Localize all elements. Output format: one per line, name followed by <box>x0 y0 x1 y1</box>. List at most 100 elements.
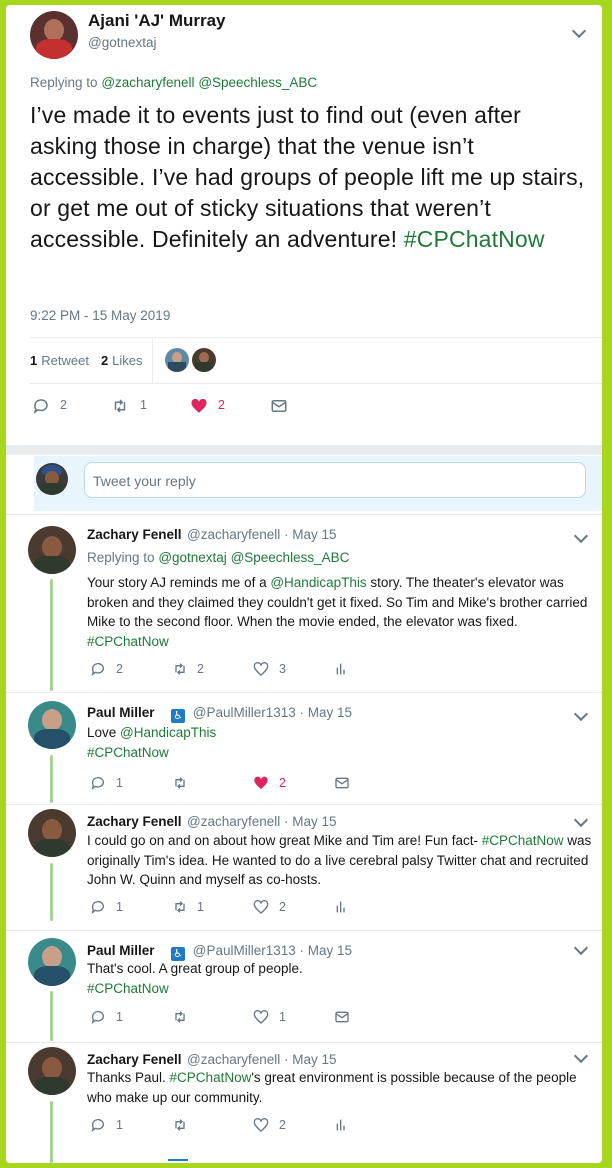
reply-icon[interactable] <box>90 661 106 677</box>
reply-icon[interactable] <box>32 397 50 415</box>
analytics-icon[interactable] <box>334 1117 350 1133</box>
reply-author-handle[interactable]: @PaulMiller1313 <box>193 943 296 958</box>
reply-author-name[interactable]: Zachary Fenell <box>87 1052 182 1067</box>
retweet-action[interactable] <box>171 1009 189 1025</box>
retweet-action[interactable]: 1 <box>171 899 204 915</box>
like-action[interactable]: 1 <box>253 1009 286 1025</box>
reply-date[interactable]: · May 15 <box>284 814 337 829</box>
divider <box>6 514 602 515</box>
chevron-down-icon[interactable] <box>573 706 589 722</box>
reply-author-handle[interactable]: @zacharyfenell <box>187 814 280 829</box>
reply-author-handle[interactable]: @PaulMiller1313 <box>193 705 296 720</box>
heart-icon[interactable] <box>253 661 269 677</box>
reply-avatar[interactable] <box>28 526 76 574</box>
retweet-icon[interactable] <box>171 1009 189 1025</box>
main-author-name[interactable]: Ajani 'AJ' Murray <box>88 11 226 31</box>
reply-date[interactable]: · May 15 <box>284 527 337 542</box>
reply-avatar[interactable] <box>28 701 76 749</box>
reply-author-handle[interactable]: @zacharyfenell <box>187 527 280 542</box>
hashtag-link[interactable]: #CPChatNow <box>404 226 545 252</box>
reply-date[interactable]: · May 15 <box>284 1052 337 1067</box>
reply-action[interactable]: 1 <box>90 1009 123 1025</box>
main-avatar[interactable] <box>30 11 78 59</box>
hashtag-link[interactable]: #CPChatNow <box>170 1070 252 1085</box>
mention-link[interactable]: @Speechless_ABC <box>231 550 350 565</box>
reply-action[interactable]: 2 <box>32 397 67 415</box>
reply-author-handle[interactable]: @zacharyfenell <box>187 1052 280 1067</box>
reply-date[interactable]: · May 15 <box>300 705 353 720</box>
reply-action[interactable]: 1 <box>90 775 123 791</box>
mention-link[interactable]: @zacharyfenell <box>101 75 194 90</box>
main-author-handle[interactable]: @gotnextaj <box>88 35 157 50</box>
liker-avatar[interactable] <box>192 348 216 372</box>
reply-author-name[interactable]: Zachary Fenell <box>87 527 182 542</box>
likes-label[interactable]: Likes <box>112 353 142 368</box>
like-count[interactable]: 2 <box>101 353 108 368</box>
retweet-action[interactable]: 1 <box>110 397 147 415</box>
chevron-down-icon[interactable] <box>573 1048 589 1064</box>
hashtag-link[interactable]: #CPChatNow <box>482 833 564 848</box>
chevron-down-icon[interactable] <box>571 23 587 39</box>
dm-action[interactable] <box>270 397 288 415</box>
chevron-down-icon[interactable] <box>573 528 589 544</box>
retweet-action[interactable]: 2 <box>171 661 204 677</box>
analytics-action[interactable] <box>334 899 350 915</box>
heart-icon[interactable] <box>253 1117 269 1133</box>
retweet-icon[interactable] <box>171 899 189 915</box>
hashtag-link[interactable]: #CPChatNow <box>87 745 169 760</box>
like-action[interactable]: 3 <box>253 661 286 677</box>
retweet-action[interactable] <box>171 775 189 791</box>
reply-author-name[interactable]: Zachary Fenell <box>87 814 182 829</box>
mention-link[interactable]: @HandicapThis <box>270 575 366 590</box>
mention-link[interactable]: @Speechless_ABC <box>198 75 317 90</box>
retweet-label[interactable]: Retweet <box>41 353 89 368</box>
reply-date[interactable]: · May 15 <box>300 943 353 958</box>
dm-icon[interactable] <box>334 775 350 791</box>
reply-icon[interactable] <box>90 899 106 915</box>
hashtag-link[interactable]: #CPChatNow <box>87 981 169 996</box>
hashtag-link[interactable]: #CPChatNow <box>87 634 169 649</box>
dm-icon[interactable] <box>270 397 288 415</box>
reply-author-name[interactable]: Paul Miller <box>87 943 155 958</box>
retweet-action[interactable] <box>171 1117 189 1133</box>
dm-action[interactable] <box>334 1009 350 1025</box>
chevron-down-icon[interactable] <box>573 812 589 828</box>
mention-link[interactable]: @HandicapThis <box>120 725 216 740</box>
chevron-down-icon[interactable] <box>573 940 589 956</box>
reply-action[interactable]: 1 <box>90 899 123 915</box>
heart-icon[interactable] <box>253 1009 269 1025</box>
analytics-action[interactable] <box>334 1117 350 1133</box>
like-action[interactable]: 2 <box>253 1117 286 1133</box>
reply-action[interactable]: 1 <box>90 1117 123 1133</box>
retweet-icon[interactable] <box>171 661 189 677</box>
mention-link[interactable]: @gotnextaj <box>158 550 227 565</box>
heart-icon[interactable] <box>253 899 269 915</box>
reply-icon[interactable] <box>90 1117 106 1133</box>
reply-avatar[interactable] <box>28 1047 76 1095</box>
retweet-icon[interactable] <box>110 397 130 415</box>
heart-icon[interactable] <box>190 397 208 415</box>
dm-action[interactable] <box>334 775 350 791</box>
reply-avatar[interactable] <box>28 809 76 857</box>
like-action[interactable]: 2 <box>253 775 286 791</box>
retweet-count[interactable]: 1 <box>30 353 37 368</box>
reply-icon[interactable] <box>90 1009 106 1025</box>
reply-author-meta: @zacharyfenell · May 15 <box>187 527 337 542</box>
tweet-timestamp[interactable]: 9:22 PM - 15 May 2019 <box>30 308 170 323</box>
like-action[interactable]: 2 <box>253 899 286 915</box>
retweet-icon[interactable] <box>171 1117 189 1133</box>
dm-icon[interactable] <box>334 1009 350 1025</box>
liker-avatar[interactable] <box>165 348 189 372</box>
reply-input[interactable]: Tweet your reply <box>84 462 586 498</box>
heart-icon[interactable] <box>253 775 269 791</box>
divider <box>6 930 602 931</box>
analytics-icon[interactable] <box>334 899 350 915</box>
analytics-icon[interactable] <box>334 661 350 677</box>
reply-icon[interactable] <box>90 775 106 791</box>
like-action[interactable]: 2 <box>190 397 225 415</box>
reply-action[interactable]: 2 <box>90 661 123 677</box>
reply-avatar[interactable] <box>28 938 76 986</box>
retweet-icon[interactable] <box>171 775 189 791</box>
reply-author-name[interactable]: Paul Miller <box>87 705 155 720</box>
analytics-action[interactable] <box>334 661 350 677</box>
